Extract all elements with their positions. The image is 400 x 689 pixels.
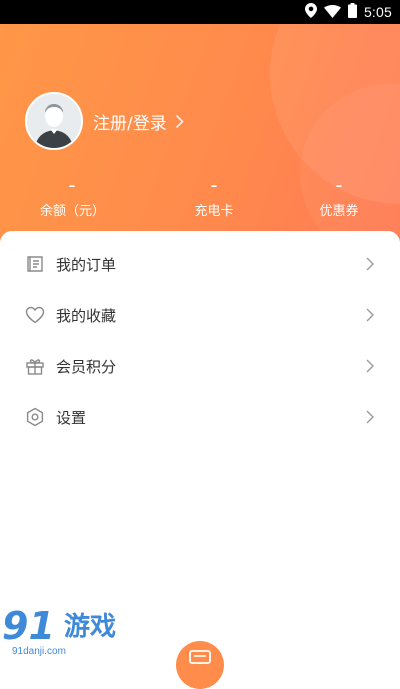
menu-item-member-points[interactable]: 会员积分 bbox=[0, 343, 400, 389]
battery-icon bbox=[347, 2, 357, 22]
charge-card-label: 充电卡 bbox=[194, 204, 234, 219]
coupon-stat[interactable]: – 优惠券 bbox=[312, 179, 366, 220]
chevron-right-icon bbox=[366, 307, 378, 323]
status-bar: 5:05 bbox=[0, 0, 400, 24]
menu-label-orders: 我的订单 bbox=[56, 255, 117, 274]
status-time: 5:05 bbox=[363, 4, 392, 20]
chevron-right-icon bbox=[175, 114, 184, 129]
profile-section: 注册/登录 bbox=[25, 92, 184, 150]
menu-card: 我的订单 我的收藏 会员积分 设置 bbox=[0, 231, 400, 660]
settings-icon bbox=[24, 406, 46, 428]
status-icons: 5:05 bbox=[304, 0, 392, 24]
menu-label-member-points: 会员积分 bbox=[56, 357, 117, 376]
gift-icon bbox=[24, 355, 46, 377]
balance-stat[interactable]: – 余额（元） bbox=[40, 179, 106, 220]
orders-icon bbox=[24, 253, 46, 275]
default-avatar-icon bbox=[27, 94, 81, 148]
menu-item-orders[interactable]: 我的订单 bbox=[0, 241, 400, 287]
menu-item-settings[interactable]: 设置 bbox=[0, 394, 400, 440]
coupon-value: – bbox=[335, 179, 343, 194]
balance-value: – bbox=[68, 179, 76, 194]
menu-item-favorites[interactable]: 我的收藏 bbox=[0, 292, 400, 338]
charge-card-stat[interactable]: – 充电卡 bbox=[186, 179, 242, 220]
watermark-number: 91 bbox=[2, 604, 55, 648]
menu-label-settings: 设置 bbox=[56, 408, 87, 427]
wifi-icon bbox=[323, 3, 341, 22]
balance-label: 余额（元） bbox=[40, 204, 106, 219]
location-icon bbox=[304, 2, 317, 22]
chevron-right-icon bbox=[366, 409, 378, 425]
menu-label-favorites: 我的收藏 bbox=[56, 306, 117, 325]
scan-icon bbox=[189, 650, 211, 664]
watermark-url: 91danji.com bbox=[12, 646, 66, 657]
profile-header: 注册/登录 – 余额（元） – 充电卡 – 优惠券 bbox=[0, 24, 400, 254]
account-stats: – 余额（元） – 充电卡 – 优惠券 bbox=[0, 180, 400, 230]
login-register-link[interactable]: 注册/登录 bbox=[93, 109, 184, 134]
heart-icon bbox=[24, 304, 46, 326]
coupon-label: 优惠券 bbox=[319, 204, 359, 219]
chevron-right-icon bbox=[366, 358, 378, 374]
login-register-label: 注册/登录 bbox=[93, 113, 167, 134]
watermark-brand: 游戏 bbox=[64, 612, 117, 642]
charge-card-value: – bbox=[210, 179, 218, 194]
chevron-right-icon bbox=[366, 256, 378, 272]
watermark-logo: 91 游戏 91danji.com bbox=[2, 606, 142, 658]
floating-action-button[interactable] bbox=[176, 641, 224, 689]
avatar[interactable] bbox=[25, 92, 83, 150]
